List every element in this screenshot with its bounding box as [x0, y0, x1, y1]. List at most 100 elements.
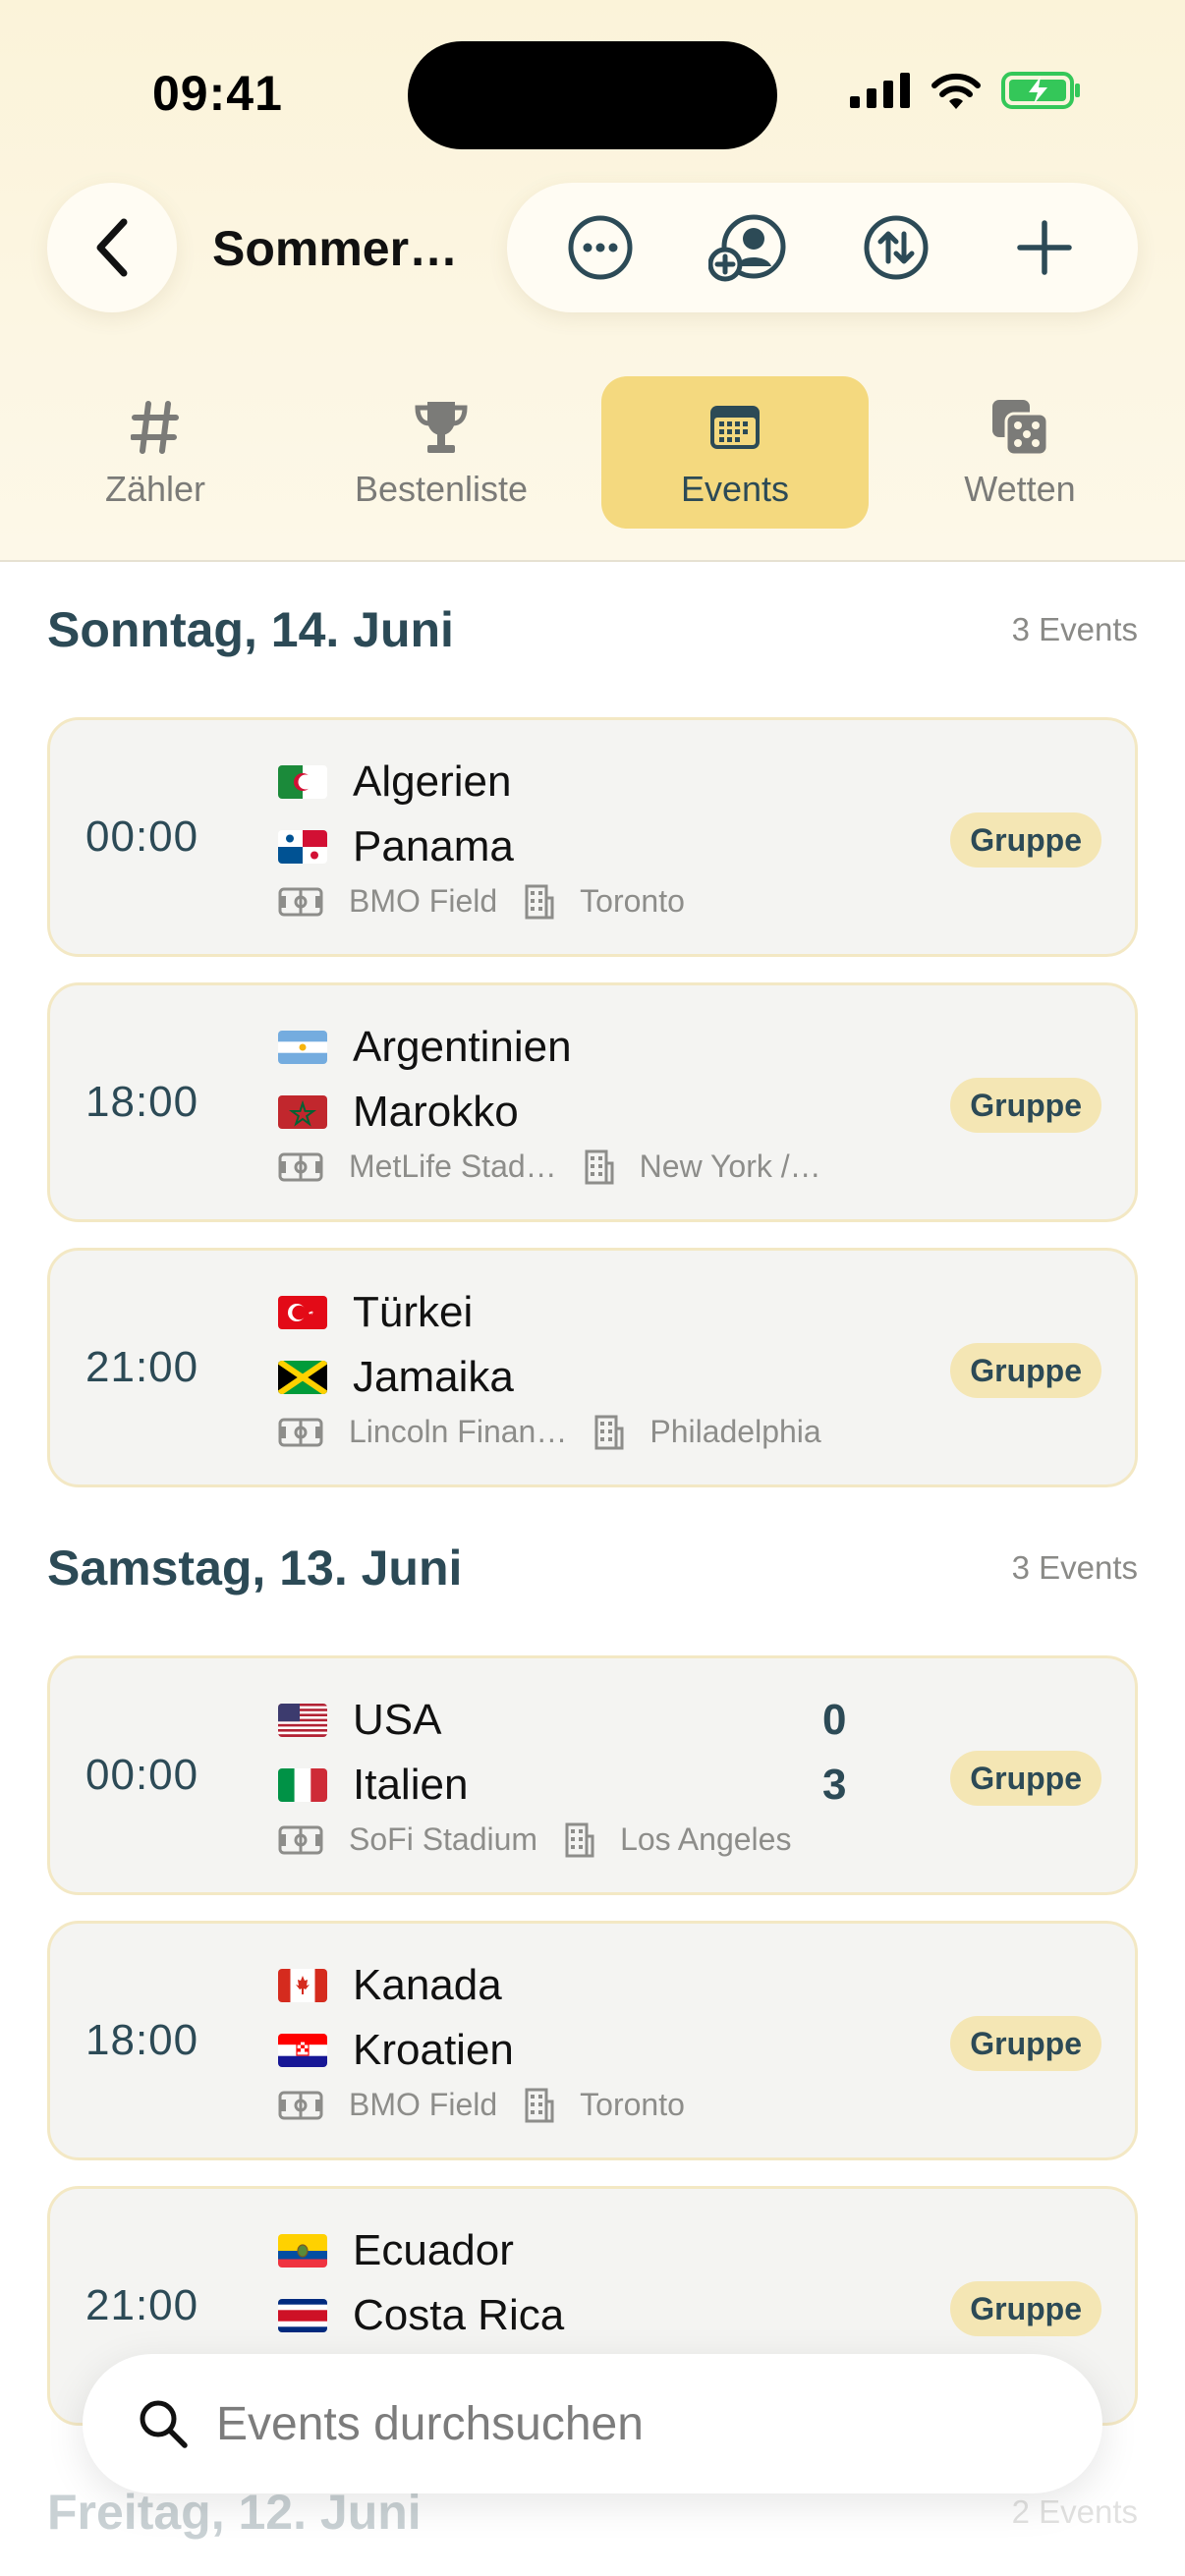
section-count: 3 Events	[1011, 1549, 1138, 1586]
event-time: 18:00	[85, 2016, 199, 2064]
city-name: New York /…	[639, 1148, 821, 1184]
building-icon	[585, 1149, 614, 1184]
event-time: 00:00	[85, 1751, 199, 1799]
section-header: Sonntag, 14. Juni 3 Events	[47, 601, 1138, 658]
city-name: Philadelphia	[649, 1414, 821, 1449]
section-header: Samstag, 13. Juni 3 Events	[47, 1540, 1138, 1596]
city-name: Los Angeles	[620, 1821, 792, 1857]
event-meta: BMO Field Toronto	[278, 883, 685, 920]
flag-jamaica-icon	[278, 1361, 327, 1394]
team-name: Kanada	[353, 1961, 502, 2009]
search-input[interactable]	[216, 2396, 1061, 2451]
add-button[interactable]	[1000, 203, 1089, 292]
event-card[interactable]: 21:00 Türkei Jamaika Lincoln Finan… Phil…	[47, 1248, 1138, 1487]
building-icon	[525, 884, 554, 919]
team-name: Türkei	[353, 1288, 474, 1336]
stage-badge: Gruppe	[950, 2016, 1101, 2071]
event-card[interactable]: 00:00 Algerien Panama BMO Field Toronto …	[47, 717, 1138, 957]
team-name: Jamaika	[353, 1353, 514, 1401]
event-meta: MetLife Stad… New York /…	[278, 1148, 821, 1185]
more-button[interactable]	[556, 203, 645, 292]
flag-ecuador-icon	[278, 2234, 327, 2268]
tab-label: Bestenliste	[354, 468, 529, 509]
flag-usa-icon	[278, 1704, 327, 1737]
flag-morocco-icon	[278, 1095, 327, 1129]
away-team: Panama	[278, 822, 514, 871]
back-button[interactable]	[47, 183, 177, 312]
home-team: Argentinien	[278, 1023, 572, 1072]
cellular-signal-icon	[850, 73, 910, 108]
event-time: 21:00	[85, 1343, 199, 1391]
flag-argentina-icon	[278, 1031, 327, 1064]
wifi-icon	[931, 73, 981, 109]
chevron-left-icon	[96, 218, 128, 277]
tab-label: Zähler	[104, 468, 206, 509]
stadium-icon	[278, 2091, 323, 2119]
home-team: Algerien	[278, 757, 511, 807]
flag-croatia-icon	[278, 2034, 327, 2067]
team-name: Argentinien	[353, 1023, 572, 1071]
city-name: Toronto	[580, 883, 685, 919]
tab-wetten[interactable]: Wetten	[886, 376, 1154, 529]
building-icon	[594, 1415, 624, 1449]
stage-badge: Gruppe	[950, 1751, 1101, 1806]
tab-label: Wetten	[964, 468, 1076, 509]
section-count: 2 Events	[1011, 2493, 1138, 2530]
calendar-icon	[710, 405, 760, 449]
building-icon	[525, 2088, 554, 2122]
tab-zaehler[interactable]: Zähler	[22, 376, 289, 529]
ellipsis-circle-icon	[568, 215, 633, 280]
stage-badge: Gruppe	[950, 812, 1101, 868]
team-name: Costa Rica	[353, 2291, 565, 2339]
team-name: USA	[353, 1696, 442, 1744]
search-bar[interactable]	[83, 2354, 1102, 2493]
tab-label: Events	[680, 468, 790, 509]
flag-costa-rica-icon	[278, 2299, 327, 2332]
event-card[interactable]: 18:00 Kanada Kroatien BMO Field Toronto …	[47, 1921, 1138, 2160]
event-time: 18:00	[85, 1078, 199, 1126]
away-team: Italien	[278, 1761, 468, 1810]
venue-name: Lincoln Finan…	[349, 1414, 568, 1449]
stage-badge: Gruppe	[950, 2281, 1101, 2336]
home-team: Türkei	[278, 1288, 473, 1337]
home-team: Ecuador	[278, 2226, 514, 2275]
team-name: Ecuador	[353, 2226, 514, 2274]
section-title: Samstag, 13. Juni	[47, 1540, 463, 1596]
team-name: Kroatien	[353, 2026, 514, 2074]
away-team: Costa Rica	[278, 2291, 564, 2340]
venue-name: MetLife Stad…	[349, 1148, 557, 1184]
flag-canada-icon	[278, 1969, 327, 2002]
home-team: USA	[278, 1696, 441, 1745]
hash-icon	[131, 400, 179, 454]
event-card[interactable]: 18:00 Argentinien Marokko MetLife Stad… …	[47, 982, 1138, 1222]
event-time: 00:00	[85, 812, 199, 861]
away-score: 3	[822, 1761, 847, 1809]
tab-bestenliste[interactable]: Bestenliste	[308, 376, 575, 529]
flag-italy-icon	[278, 1768, 327, 1802]
plus-icon	[1017, 220, 1072, 275]
building-icon	[565, 1822, 594, 1857]
tab-events[interactable]: Events	[601, 376, 869, 529]
event-card[interactable]: 00:00 USA 0 Italien 3 SoFi Stadium Los A…	[47, 1655, 1138, 1895]
stage-badge: Gruppe	[950, 1078, 1101, 1133]
sort-button[interactable]	[852, 203, 940, 292]
arrows-up-down-icon	[864, 215, 929, 280]
team-name: Italien	[353, 1761, 469, 1809]
team-name: Panama	[353, 822, 514, 870]
away-team: Marokko	[278, 1088, 519, 1137]
flag-algeria-icon	[278, 765, 327, 799]
home-team: Kanada	[278, 1961, 502, 2010]
venue-name: BMO Field	[349, 2087, 498, 2122]
section-title: Sonntag, 14. Juni	[47, 602, 454, 657]
add-person-button[interactable]	[705, 203, 793, 292]
stadium-icon	[278, 1152, 323, 1181]
status-icons	[850, 71, 1082, 110]
city-name: Toronto	[580, 2087, 685, 2122]
stadium-icon	[278, 1825, 323, 1854]
team-name: Algerien	[353, 757, 512, 806]
section-count: 3 Events	[1011, 611, 1138, 647]
search-icon	[140, 2400, 188, 2448]
home-score: 0	[822, 1696, 847, 1744]
flag-turkey-icon	[278, 1296, 327, 1329]
page-title: Sommer…	[212, 221, 459, 276]
